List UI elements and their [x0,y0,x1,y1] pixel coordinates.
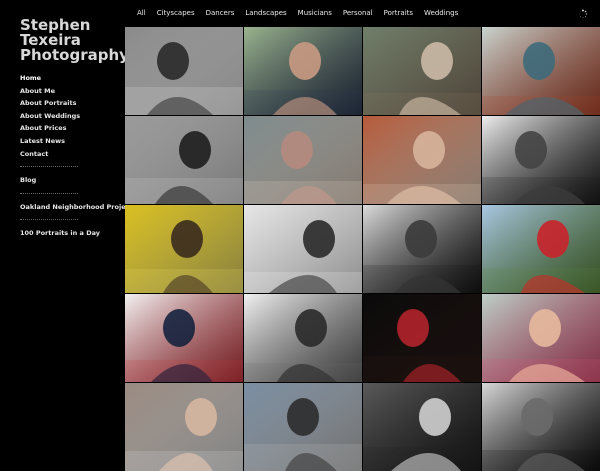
tab-musicians[interactable]: Musicians [298,9,332,17]
sidebar: Stephen Texeira Photography Home About M… [0,0,133,400]
tab-dancers[interactable]: Dancers [206,9,235,17]
sidebar-item-100-portraits[interactable]: 100 Portraits in a Day [20,227,120,240]
photo-woman-umbrella[interactable] [125,205,243,293]
photo-dancer-red[interactable] [482,205,600,293]
photo-woman-lake[interactable] [482,27,600,115]
site-title[interactable]: Stephen Texeira Photography [20,18,129,63]
photo-woman-building[interactable] [125,116,243,204]
sidebar-item-blog[interactable]: Blog [20,174,120,187]
photo-wedding-hands[interactable] [125,27,243,115]
sidebar-item-contact[interactable]: Contact [20,148,120,161]
category-nav: All Cityscapes Dancers Landscapes Musici… [137,9,469,17]
photo-man-bottom-2[interactable] [244,383,362,471]
photo-portrait-bottom-4[interactable] [482,383,600,471]
sidebar-item-about-prices[interactable]: About Prices [20,122,120,135]
sidebar-item-about-portraits[interactable]: About Portraits [20,97,120,110]
tab-cityscapes[interactable]: Cityscapes [157,9,195,17]
photo-woman-bottom-1[interactable] [125,383,243,471]
sidebar-divider [20,166,78,168]
photo-bw-bottom-3[interactable] [363,383,481,471]
sidebar-nav: Home About Me About Portraits About Wedd… [20,72,133,240]
sidebar-divider [20,192,78,195]
sidebar-item-latest-news[interactable]: Latest News [20,135,120,148]
tab-all[interactable]: All [137,9,146,17]
tab-landscapes[interactable]: Landscapes [245,9,286,17]
photo-woman-feathers[interactable] [125,294,243,382]
category-bar: All Cityscapes Dancers Landscapes Musici… [125,0,600,27]
photo-woman-curls[interactable] [482,116,600,204]
spinner-icon [579,9,588,19]
photo-couple-kiss[interactable] [244,27,362,115]
photo-woman-fitness[interactable] [482,294,600,382]
tab-personal[interactable]: Personal [343,9,373,17]
photo-dancer-dark[interactable] [363,294,481,382]
photo-woman-earring[interactable] [244,205,362,293]
photo-woman-shout[interactable] [244,294,362,382]
photo-woman-river[interactable] [244,116,362,204]
sidebar-item-about-weddings[interactable]: About Weddings [20,110,120,123]
tab-weddings[interactable]: Weddings [424,9,458,17]
photo-gallery [125,27,600,471]
tab-portraits[interactable]: Portraits [384,9,413,17]
sidebar-divider [20,219,78,221]
sidebar-item-about-me[interactable]: About Me [20,85,120,98]
photo-woman-scarf[interactable] [363,116,481,204]
photo-woman-lips[interactable] [363,205,481,293]
photo-woman-dog[interactable] [363,27,481,115]
sidebar-item-home[interactable]: Home [20,72,120,85]
sidebar-item-oakland-neighborhood-project[interactable]: Oakland Neighborhood Project [20,201,133,214]
